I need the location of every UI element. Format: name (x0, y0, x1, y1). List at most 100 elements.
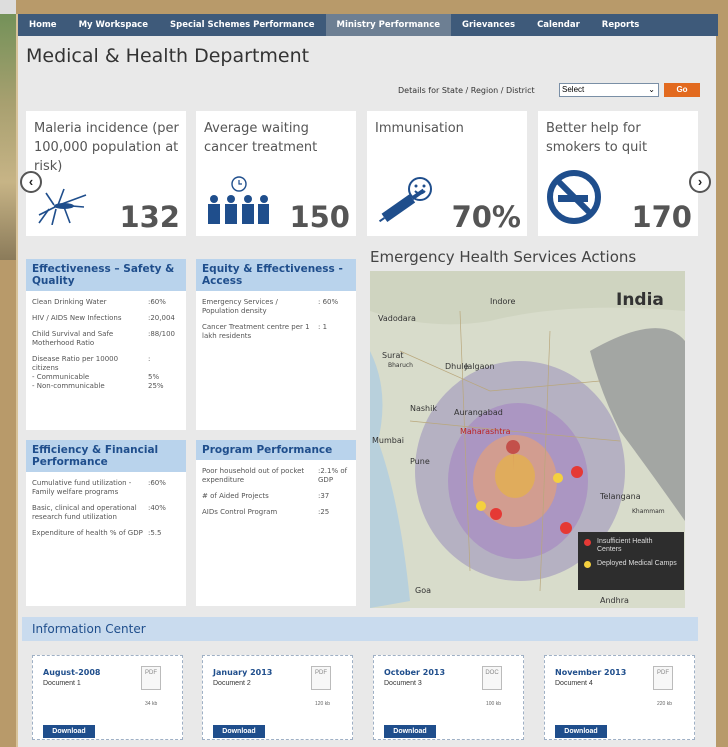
svg-text:Khammam: Khammam (632, 508, 665, 515)
download-button[interactable]: Download (43, 725, 95, 738)
kpi-title: Average waiting cancer treatment (204, 121, 318, 155)
svg-text:Vadodara: Vadodara (378, 314, 416, 323)
metric-row: Cumulative fund utilization -Family welf… (26, 479, 186, 497)
document-name: Document 2 (213, 680, 251, 687)
file-icon: PDF (311, 666, 331, 690)
document-date: August-2008 (43, 668, 101, 677)
file-icon: PDF (653, 666, 673, 690)
panel-equity-access: Equity & Effectiveness - Access Emergenc… (196, 259, 356, 430)
nav-home[interactable]: Home (18, 14, 68, 36)
metric-value: :60% (148, 298, 166, 306)
nav-ministry-performance[interactable]: Ministry Performance (325, 14, 452, 36)
file-size: 220 kb (657, 701, 673, 707)
metric-value: :2.1% of GDP (318, 467, 348, 484)
background-map-strip (0, 0, 16, 260)
download-button[interactable]: Download (384, 725, 436, 738)
nav-reports[interactable]: Reports (591, 14, 651, 36)
file-icon: PDF (141, 666, 161, 690)
go-button[interactable]: Go (664, 83, 700, 97)
chevron-down-icon: ⌄ (648, 85, 655, 94)
svg-text:Goa: Goa (415, 586, 431, 595)
metric-row: Emergency Services / Population density:… (196, 298, 356, 316)
document-card: January 2013 Document 2 PDF 120 kb Download (202, 655, 353, 740)
panel-safety-quality: Effectiveness – Safety & Quality Clean D… (26, 259, 186, 430)
document-date: October 2013 (384, 668, 446, 677)
nav-special-schemes[interactable]: Special Schemes Performance (159, 14, 326, 36)
panel-title: Program Performance (196, 440, 356, 460)
metric-value: :5.5 (148, 529, 162, 537)
metric-row: Disease Ratio per 10000 citizens - Commu… (26, 355, 186, 391)
metric-row: AIDs Control Program:25 (196, 508, 356, 517)
metric-label: Clean Drinking Water (32, 298, 107, 306)
metric-row: Child Survival and Safe Motherhood Ratio… (26, 330, 186, 348)
nav-my-workspace[interactable]: My Workspace (68, 14, 159, 36)
metric-label: # of Aided Projects (202, 492, 269, 500)
metric-label: Cancer Treatment centre per 1 lakh resid… (202, 323, 310, 340)
document-card: August-2008 Document 1 PDF 34 kb Download (32, 655, 183, 740)
kpi-title: Better help for smokers to quit (546, 121, 648, 155)
carousel-prev-button[interactable]: ‹ (20, 171, 42, 193)
file-type: PDF (315, 670, 327, 676)
kpi-card-cancer: Average waiting cancer treatment 150 (196, 111, 356, 236)
download-button[interactable]: Download (213, 725, 265, 738)
svg-text:Surat: Surat (382, 351, 403, 360)
document-name: Document 3 (384, 680, 422, 687)
file-size: 100 kb (486, 701, 502, 707)
kpi-value: 132 (119, 200, 180, 234)
top-nav: Home My Workspace Special Schemes Perfor… (18, 14, 718, 36)
waiting-people-icon (204, 175, 270, 230)
document-date: November 2013 (555, 668, 627, 677)
metric-row: # of Aided Projects:37 (196, 492, 356, 501)
download-button[interactable]: Download (555, 725, 607, 738)
metric-row: HIV / AIDS New Infections:20,004 (26, 314, 186, 323)
metric-label: Basic, clinical and operational research… (32, 504, 137, 521)
svg-text:Mumbai: Mumbai (372, 436, 404, 445)
map-title: Emergency Health Services Actions (370, 248, 637, 266)
file-size: 34 kb (145, 701, 158, 707)
legend-label: Deployed Medical Camps (597, 560, 677, 567)
svg-text:Indore: Indore (490, 297, 516, 306)
kpi-value: 70% (451, 200, 521, 234)
kpi-card-malaria: Maleria incidence (per 100,000 populatio… (26, 111, 186, 236)
metric-value: : 5% 25% (148, 355, 164, 390)
document-card: October 2013 Document 3 DOC 100 kb Download (373, 655, 524, 740)
document-name: Document 1 (43, 680, 81, 687)
yellow-dot-icon (584, 561, 591, 568)
legend-label: Insufficient Health Centers (597, 538, 653, 553)
kpi-card-immunisation: Immunisation 70% (367, 111, 527, 236)
carousel-next-button[interactable]: › (689, 171, 711, 193)
metric-row: Basic, clinical and operational research… (26, 504, 186, 522)
panel-title: Efficiency & Financial Performance (26, 440, 186, 472)
metric-label: Emergency Services / Population density (202, 298, 278, 315)
metric-value: :88/100 (148, 330, 175, 338)
red-dot-icon (584, 539, 591, 546)
panel-title: Effectiveness – Safety & Quality (26, 259, 186, 291)
nav-grievances[interactable]: Grievances (451, 14, 526, 36)
metric-label: Poor household out of pocket expenditure (202, 467, 305, 484)
metric-label: Expenditure of health % of GDP (32, 529, 143, 537)
svg-text:Bharuch: Bharuch (388, 362, 413, 369)
metric-value: :60% (148, 479, 166, 487)
region-select[interactable]: Select ⌄ (559, 83, 659, 97)
svg-text:Nashik: Nashik (410, 404, 437, 413)
metric-row: Expenditure of health % of GDP :5.5 (26, 529, 186, 538)
map-legend: Insufficient Health Centers Deployed Med… (578, 532, 684, 590)
map-country-label: India (616, 290, 664, 310)
nav-calendar[interactable]: Calendar (526, 14, 591, 36)
metric-row: Poor household out of pocket expenditure… (196, 467, 356, 485)
document-date: January 2013 (213, 668, 273, 677)
kpi-value: 170 (631, 200, 692, 234)
metric-value: : 60% (318, 298, 339, 306)
panel-program: Program Performance Poor household out o… (196, 440, 356, 606)
mosquito-icon (34, 185, 94, 230)
region-select-value: Select (562, 85, 585, 94)
svg-text:Jalgaon: Jalgaon (464, 362, 494, 371)
metric-label: Disease Ratio per 10000 citizens - Commu… (32, 355, 119, 390)
svg-text:Pune: Pune (410, 457, 430, 466)
metric-value: :20,004 (148, 314, 175, 322)
kpi-value: 150 (289, 200, 350, 234)
metric-value: :25 (318, 508, 330, 516)
document-name: Document 4 (555, 680, 593, 687)
metric-value: : 1 (318, 323, 328, 331)
panel-title: Equity & Effectiveness - Access (196, 259, 356, 291)
